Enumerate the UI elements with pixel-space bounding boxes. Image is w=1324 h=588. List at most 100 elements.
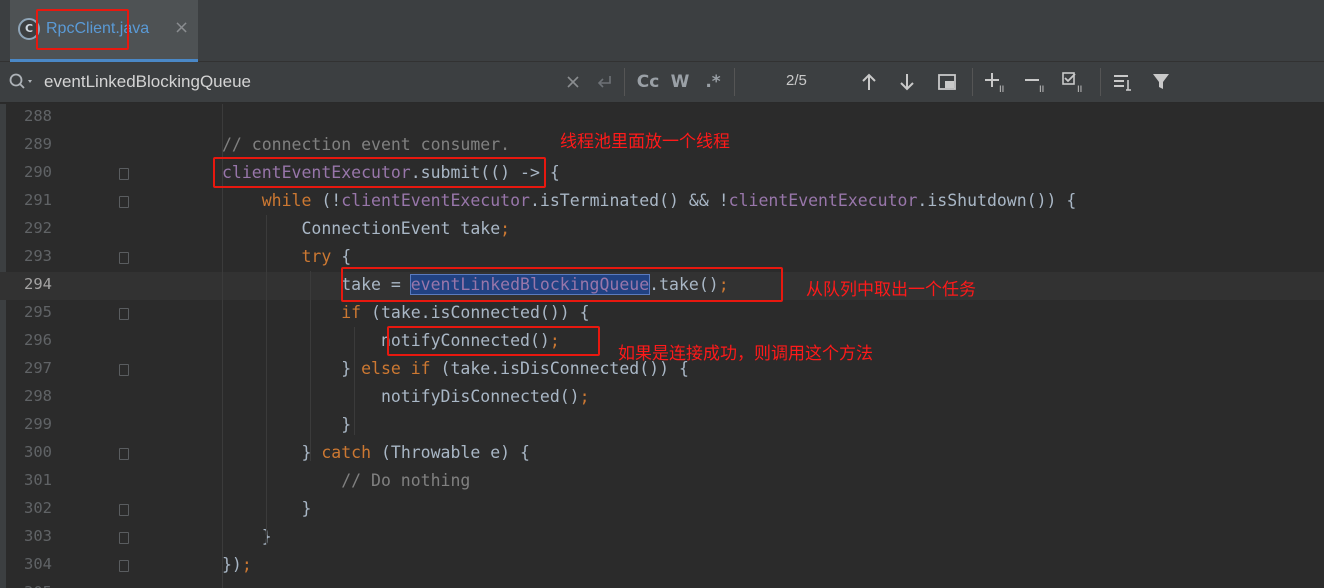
line-number[interactable]: 300	[6, 443, 52, 461]
line-number[interactable]: 292	[6, 219, 52, 237]
indent-guide	[354, 327, 355, 435]
annotation-note-notify: 如果是连接成功，则调用这个方法	[618, 344, 873, 364]
code-text: try {	[222, 247, 351, 266]
code-line[interactable]: 303 }	[0, 524, 1324, 552]
code-token: try	[222, 247, 332, 266]
code-token: })	[222, 555, 242, 574]
code-text: } catch (Throwable e) {	[222, 443, 530, 462]
previous-occurrence-icon[interactable]	[856, 68, 882, 96]
code-line[interactable]: 299 }	[0, 412, 1324, 440]
match-case-button[interactable]: Cc	[634, 68, 662, 96]
code-token: }	[222, 527, 272, 546]
code-token: (Throwable e) {	[371, 443, 530, 462]
line-number[interactable]: 297	[6, 359, 52, 377]
line-number[interactable]: 293	[6, 247, 52, 265]
close-icon[interactable]: ×	[174, 17, 189, 38]
match-count: 2/5	[786, 72, 807, 89]
select-all-occurrences-icon[interactable]: II	[1060, 68, 1090, 96]
open-in-window-icon[interactable]	[934, 68, 960, 96]
fold-marker-icon[interactable]	[119, 504, 129, 516]
search-input[interactable]	[44, 71, 544, 93]
code-token: ConnectionEvent take	[222, 219, 501, 238]
code-line[interactable]: 290 clientEventExecutor.submit(() -> {	[0, 160, 1324, 188]
code-token: {	[331, 247, 352, 266]
code-token: // connection event consumer.	[222, 135, 511, 154]
svg-text:II: II	[1077, 85, 1082, 93]
code-text: notifyDisConnected();	[222, 387, 590, 406]
line-number[interactable]: 299	[6, 415, 52, 433]
line-number[interactable]: 288	[6, 107, 52, 125]
fold-marker-icon[interactable]	[119, 532, 129, 544]
svg-text:II: II	[999, 85, 1004, 93]
divider	[734, 68, 735, 96]
annotation-box-tab	[36, 9, 129, 50]
code-token: // Do nothing	[222, 471, 471, 490]
line-number[interactable]: 305	[6, 583, 52, 588]
code-text: });	[222, 555, 252, 574]
divider	[972, 68, 973, 96]
code-token: .isShutdown()) {	[917, 191, 1077, 210]
code-token: ;	[241, 555, 252, 574]
code-token: if	[222, 303, 362, 322]
code-line[interactable]: 300 } catch (Throwable e) {	[0, 440, 1324, 468]
fold-marker-icon[interactable]	[119, 252, 129, 264]
annotation-note-take-task: 从队列中取出一个任务	[806, 280, 976, 300]
code-line[interactable]: 304});	[0, 552, 1324, 580]
line-number[interactable]: 289	[6, 135, 52, 153]
code-token: clientEventExecutor	[728, 191, 918, 210]
code-line[interactable]: 301 // Do nothing	[0, 468, 1324, 496]
fold-marker-icon[interactable]	[119, 168, 129, 180]
next-occurrence-icon[interactable]	[894, 68, 920, 96]
line-number[interactable]: 290	[6, 163, 52, 181]
code-line[interactable]: 298 notifyDisConnected();	[0, 384, 1324, 412]
filter-icon[interactable]	[1148, 68, 1174, 96]
code-token: }	[222, 359, 362, 378]
code-text: }	[222, 527, 272, 546]
editor-tab-bar: C RpcClient.java ×	[0, 0, 1324, 62]
divider	[1100, 68, 1101, 96]
line-number[interactable]: 295	[6, 303, 52, 321]
code-token: ;	[500, 219, 511, 238]
code-line[interactable]: 292 ConnectionEvent take;	[0, 216, 1324, 244]
code-token: (take.isConnected()) {	[361, 303, 590, 322]
indent-guide	[310, 271, 311, 461]
find-bar: Cc W .* 2/5 II II II	[0, 62, 1324, 103]
code-token: clientEventExecutor	[341, 191, 530, 210]
code-token: else if	[361, 359, 431, 378]
line-number[interactable]: 298	[6, 387, 52, 405]
code-line[interactable]: 291 while (!clientEventExecutor.isTermin…	[0, 188, 1324, 216]
divider	[624, 68, 625, 96]
line-number[interactable]: 303	[6, 527, 52, 545]
clear-search-icon[interactable]	[562, 68, 584, 96]
fold-marker-icon[interactable]	[119, 560, 129, 572]
line-number[interactable]: 302	[6, 499, 52, 517]
code-text: // Do nothing	[222, 471, 470, 490]
remove-occurrence-icon[interactable]: II	[1022, 68, 1052, 96]
code-token: catch	[321, 443, 372, 462]
line-number[interactable]: 294	[6, 275, 52, 293]
annotation-box-notify	[387, 326, 600, 356]
line-number[interactable]: 304	[6, 555, 52, 573]
add-occurrence-icon[interactable]: II	[982, 68, 1012, 96]
svg-text:II: II	[1039, 85, 1044, 93]
code-line[interactable]: 295 if (take.isConnected()) {	[0, 300, 1324, 328]
code-line[interactable]: 305	[0, 580, 1324, 588]
search-icon[interactable]	[8, 72, 38, 92]
fold-marker-icon[interactable]	[119, 308, 129, 320]
whole-words-button[interactable]: W	[668, 68, 692, 96]
code-text: }	[222, 415, 351, 434]
code-token: while	[222, 191, 312, 210]
regex-button[interactable]: .*	[700, 68, 726, 96]
line-number[interactable]: 296	[6, 331, 52, 349]
code-token: notifyDisConnected()	[222, 387, 580, 406]
code-line[interactable]: 302 }	[0, 496, 1324, 524]
annotation-box-submit	[213, 157, 546, 188]
fold-marker-icon[interactable]	[119, 448, 129, 460]
annotation-box-take	[341, 267, 783, 302]
fold-marker-icon[interactable]	[119, 196, 129, 208]
fold-marker-icon[interactable]	[119, 364, 129, 376]
filter-search-results-icon[interactable]	[1110, 68, 1136, 96]
line-number[interactable]: 291	[6, 191, 52, 209]
new-line-icon[interactable]	[594, 68, 616, 96]
line-number[interactable]: 301	[6, 471, 52, 489]
